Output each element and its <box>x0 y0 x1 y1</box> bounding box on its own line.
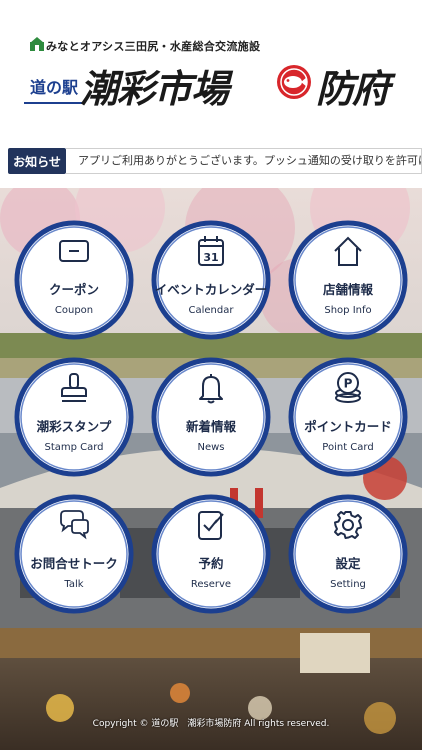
tile-label-en: Calendar <box>188 305 234 316</box>
coupon-icon <box>59 240 89 262</box>
tile-label-en: Talk <box>64 579 84 590</box>
stamp-icon <box>61 373 87 402</box>
tile-label-en: Coupon <box>54 305 94 316</box>
tile-label-jp: お問合せトーク <box>30 556 118 571</box>
michi-no-eki-label: 道の駅 <box>24 70 85 104</box>
talk-button[interactable]: お問合せトーク Talk <box>13 493 135 615</box>
tile-label-en: Stamp Card <box>44 442 104 453</box>
notice-bar[interactable]: お知らせ アプリご利用ありがとうございます。プッシュ通知の受け取りを許可にす <box>0 136 422 188</box>
notice-text[interactable]: アプリご利用ありがとうございます。プッシュ通知の受け取りを許可にす <box>66 148 422 174</box>
tile-label-jp: クーポン <box>48 282 99 297</box>
point-card-button[interactable]: P ポイントカード Point Card <box>287 356 409 478</box>
news-button[interactable]: 新着情報 News <box>150 356 272 478</box>
station-logo-icon <box>30 37 44 51</box>
point-letter: P <box>344 377 353 391</box>
brand-name: 潮彩市場 <box>80 66 229 111</box>
gear-icon <box>334 511 362 539</box>
tile-label-en: Setting <box>330 579 366 590</box>
coupon-button[interactable]: クーポン Coupon <box>13 219 135 341</box>
tile-label-jp: 新着情報 <box>185 419 236 434</box>
tile-label-jp: ポイントカード <box>304 419 392 434</box>
tile-label-en: News <box>197 442 225 453</box>
facility-subtitle: みなとオアシス三田尻・水産総合交流施設 <box>46 40 261 53</box>
calendar-button[interactable]: 31 イベントカレンダー Calendar <box>150 219 272 341</box>
tile-label-jp: 潮彩スタンプ <box>36 419 112 434</box>
app-header: みなとオアシス三田尻・水産総合交流施設 道の駅 潮彩市場 防府 <box>0 0 422 136</box>
reserve-button[interactable]: 予約 Reserve <box>150 493 272 615</box>
sea-bream-logo-icon <box>277 65 311 99</box>
tile-label-jp: イベントカレンダー <box>154 282 268 297</box>
shop-info-button[interactable]: 店舗情報 Shop Info <box>287 219 409 341</box>
home-icon <box>334 236 362 266</box>
point-card-icon: P <box>335 372 361 403</box>
calendar-icon: 31 <box>198 236 224 266</box>
copyright-text: Copyright © 道の駅 潮彩市場防府 All rights reserv… <box>92 719 330 729</box>
calendar-day: 31 <box>203 251 218 264</box>
tile-label-jp: 設定 <box>335 556 361 571</box>
tile-label-en: Shop Info <box>324 305 372 316</box>
tile-label-jp: 店舗情報 <box>322 282 373 297</box>
stamp-card-button[interactable]: 潮彩スタンプ Stamp Card <box>13 356 135 478</box>
tile-label-jp: 予約 <box>198 556 224 571</box>
tile-label-en: Point Card <box>322 442 374 453</box>
reserve-icon <box>198 511 224 540</box>
chat-icon <box>60 510 89 540</box>
tile-label-en: Reserve <box>190 579 232 590</box>
brand-city: 防府 <box>316 66 390 111</box>
bell-icon <box>199 374 223 404</box>
setting-button[interactable]: 設定 Setting <box>287 493 409 615</box>
notice-label: お知らせ <box>8 148 66 174</box>
